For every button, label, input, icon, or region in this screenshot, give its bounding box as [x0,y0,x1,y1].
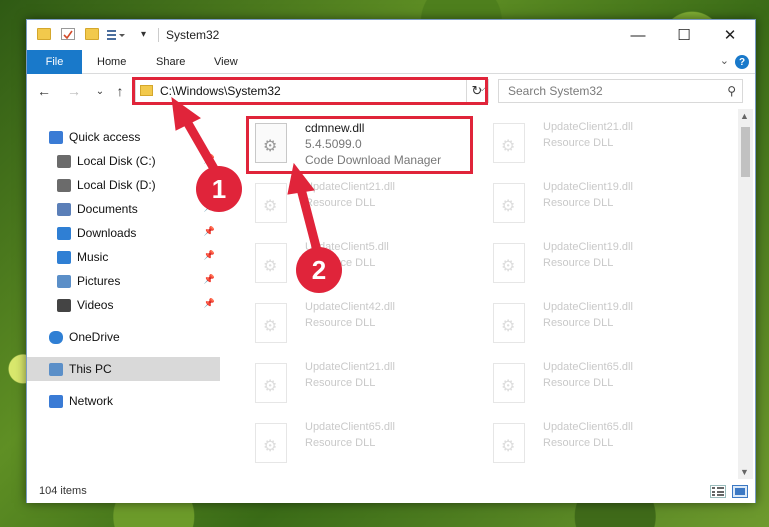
step-2-badge: 2 [296,247,342,293]
annotation-arrows [171,96,325,264]
step-1-badge: 1 [196,166,242,212]
arrow-2-head [287,162,315,195]
arrow-1-head [171,96,201,131]
